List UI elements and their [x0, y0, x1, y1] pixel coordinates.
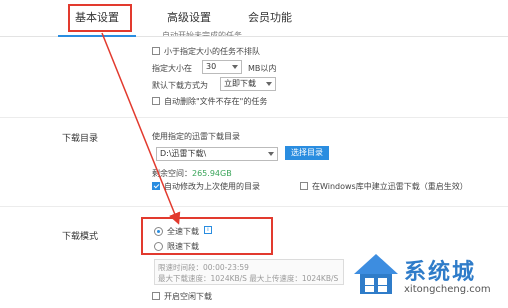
watermark-name: 系统城: [404, 260, 477, 285]
watermark: 系统城 xitongcheng.com: [352, 248, 508, 308]
watermark-url: xitongcheng.com: [404, 284, 491, 295]
house-logo-icon: [354, 254, 398, 294]
